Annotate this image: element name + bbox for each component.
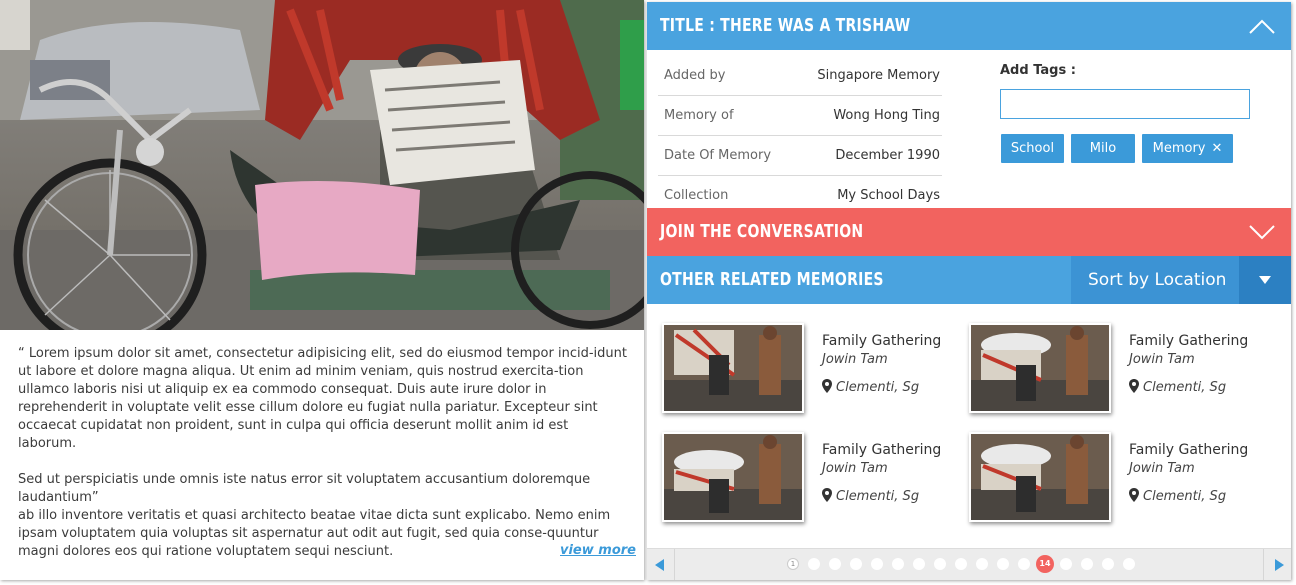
sort-dropdown-toggle[interactable] xyxy=(1239,256,1291,304)
related-memory-card[interactable]: Family Gathering Jowin Tam Clementi, Sg xyxy=(954,432,1254,524)
join-conversation-title: JOIN THE CONVERSATION xyxy=(660,221,864,242)
story-paragraph: “ Lorem ipsum dolor sit amet, consectetu… xyxy=(18,346,627,451)
pagination: 1 14 xyxy=(647,548,1291,580)
page-dot[interactable] xyxy=(976,558,988,570)
tag-label: School xyxy=(1010,141,1055,156)
caret-down-icon xyxy=(1259,276,1271,284)
memory-author: Jowin Tam xyxy=(1129,352,1195,367)
memory-author: Jowin Tam xyxy=(1129,461,1195,476)
page-dot[interactable] xyxy=(913,558,925,570)
detail-label: Memory of xyxy=(664,108,734,123)
add-tags-input[interactable] xyxy=(1000,89,1250,119)
view-more-link[interactable]: view more xyxy=(560,543,636,558)
chevron-down-icon[interactable] xyxy=(1249,222,1275,242)
tag-milo[interactable]: Milo xyxy=(1071,134,1135,163)
sort-by-location-button[interactable]: Sort by Location xyxy=(1071,256,1239,304)
page-dot[interactable] xyxy=(808,558,820,570)
page-dot[interactable] xyxy=(1060,558,1072,570)
related-memories-title: OTHER RELATED MEMORIES xyxy=(660,269,884,290)
page-dot[interactable] xyxy=(1081,558,1093,570)
page-dot[interactable] xyxy=(850,558,862,570)
page-dot[interactable]: 1 xyxy=(787,558,799,570)
memory-location-text: Clementi, Sg xyxy=(836,489,920,504)
memory-story-text: “ Lorem ipsum dolor sit amet, consectetu… xyxy=(18,345,628,561)
page-dot[interactable] xyxy=(997,558,1009,570)
map-pin-icon xyxy=(1129,379,1139,393)
related-memory-card[interactable]: Family Gathering Jowin Tam Clementi, Sg xyxy=(647,323,947,415)
detail-value: Singapore Memory xyxy=(817,68,940,83)
detail-value: Wong Hong Ting xyxy=(833,108,940,123)
memory-location: Clementi, Sg xyxy=(1129,488,1226,504)
memory-thumbnail[interactable] xyxy=(662,323,804,413)
related-memory-card[interactable]: Family Gathering Jowin Tam Clementi, Sg xyxy=(954,323,1254,415)
memory-location: Clementi, Sg xyxy=(1129,379,1226,395)
memory-location-text: Clementi, Sg xyxy=(1143,489,1227,504)
triangle-left-icon xyxy=(655,559,664,571)
page-dot[interactable] xyxy=(892,558,904,570)
triangle-right-icon xyxy=(1275,559,1284,571)
memory-author: Jowin Tam xyxy=(822,461,888,476)
page-dot[interactable] xyxy=(1102,558,1114,570)
memory-details-table: Added by Singapore Memory Memory of Wong… xyxy=(658,56,942,216)
map-pin-icon xyxy=(1129,488,1139,502)
memory-location: Clementi, Sg xyxy=(822,488,919,504)
story-paragraph: ab illo inventore veritatis et quasi arc… xyxy=(18,508,611,559)
map-pin-icon xyxy=(822,379,832,393)
previous-page-button[interactable] xyxy=(647,549,675,580)
detail-row-memory-of: Memory of Wong Hong Ting xyxy=(658,96,942,136)
next-page-button[interactable] xyxy=(1263,549,1291,580)
story-paragraph: Sed ut perspiciatis unde omnis iste natu… xyxy=(18,472,591,505)
trishaw-photo xyxy=(0,0,644,330)
memory-location-text: Clementi, Sg xyxy=(1143,380,1227,395)
detail-value: December 1990 xyxy=(835,148,940,163)
page-dot[interactable] xyxy=(1018,558,1030,570)
tag-label: Memory xyxy=(1152,141,1206,156)
memory-thumbnail[interactable] xyxy=(969,323,1111,413)
close-icon[interactable]: ✕ xyxy=(1211,141,1222,156)
tag-memory[interactable]: Memory ✕ xyxy=(1142,134,1233,163)
related-memory-card[interactable]: Family Gathering Jowin Tam Clementi, Sg xyxy=(647,432,947,524)
chevron-up-icon[interactable] xyxy=(1249,16,1275,36)
page-dot-current[interactable]: 14 xyxy=(1036,555,1054,573)
memory-title-bar: TITLE : THERE WAS A TRISHAW xyxy=(647,2,1291,50)
memory-story-panel: “ Lorem ipsum dolor sit amet, consectetu… xyxy=(0,0,644,580)
page-dot[interactable] xyxy=(1123,558,1135,570)
memory-thumbnail[interactable] xyxy=(662,432,804,522)
memory-title: TITLE : THERE WAS A TRISHAW xyxy=(660,15,911,36)
memory-title[interactable]: Family Gathering xyxy=(822,333,941,349)
memory-info-panel: TITLE : THERE WAS A TRISHAW Added by Sin… xyxy=(647,2,1291,580)
page-dot[interactable] xyxy=(829,558,841,570)
memory-thumbnail[interactable] xyxy=(969,432,1111,522)
detail-value: My School Days xyxy=(837,188,940,203)
tag-label: Milo xyxy=(1089,141,1117,156)
detail-label: Collection xyxy=(664,188,729,203)
add-tags-label: Add Tags : xyxy=(1000,63,1076,78)
detail-label: Added by xyxy=(664,68,726,83)
page-dot[interactable] xyxy=(934,558,946,570)
tag-school[interactable]: School xyxy=(1001,134,1064,163)
detail-label: Date Of Memory xyxy=(664,148,772,163)
memory-title[interactable]: Family Gathering xyxy=(1129,333,1248,349)
page-dot[interactable] xyxy=(955,558,967,570)
memory-author: Jowin Tam xyxy=(822,352,888,367)
detail-row-date: Date Of Memory December 1990 xyxy=(658,136,942,176)
related-memories-bar: OTHER RELATED MEMORIES Sort by Location xyxy=(647,256,1291,304)
memory-location: Clementi, Sg xyxy=(822,379,919,395)
join-conversation-bar[interactable]: JOIN THE CONVERSATION xyxy=(647,208,1291,256)
memory-title[interactable]: Family Gathering xyxy=(1129,442,1248,458)
memory-title[interactable]: Family Gathering xyxy=(822,442,941,458)
memory-location-text: Clementi, Sg xyxy=(836,380,920,395)
map-pin-icon xyxy=(822,488,832,502)
detail-row-added-by: Added by Singapore Memory xyxy=(658,56,942,96)
page-dot[interactable] xyxy=(871,558,883,570)
